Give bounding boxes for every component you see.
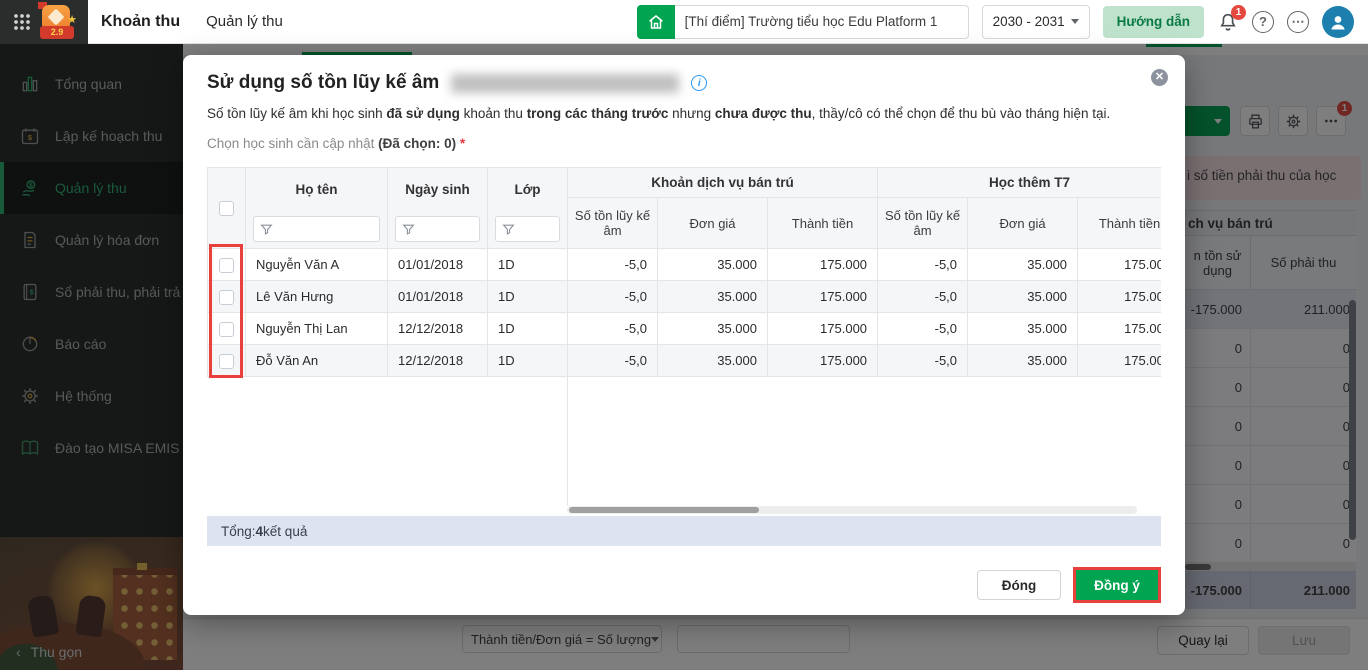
- notification-badge: 1: [1231, 5, 1246, 20]
- subcol-don-gia: Đơn giá: [968, 198, 1078, 249]
- help-button[interactable]: ?: [1252, 11, 1274, 33]
- home-icon[interactable]: [637, 5, 675, 39]
- row-checkbox[interactable]: [219, 258, 234, 273]
- student-table: Họ tên Ngày sinh Lớp Khoản dịch vụ bán t…: [207, 167, 1161, 377]
- ellipsis-icon: ⋯: [1287, 11, 1309, 33]
- chevron-down-icon: [1071, 19, 1079, 24]
- fixed-columns-divider: [567, 375, 568, 506]
- close-button[interactable]: Đóng: [977, 570, 1061, 600]
- page-title: Khoản thu: [101, 13, 180, 31]
- class-filter-input[interactable]: [495, 216, 560, 242]
- group-hoc-them-t7: Học thêm T7: [878, 168, 1161, 198]
- subcol-so-ton: Số tồn lũy kế âm: [878, 198, 968, 249]
- logo-version: 2.9: [40, 26, 74, 39]
- confirm-button[interactable]: Đồng ý: [1076, 570, 1158, 600]
- table-row[interactable]: Đỗ Văn An 12/12/2018 1D -5,0 35.000 175.…: [208, 345, 1162, 377]
- star-icon: ★: [67, 15, 77, 26]
- app-grid-icon[interactable]: [13, 13, 31, 31]
- negative-balance-modal: ✕ Sử dụng số tồn lũy kế âm i Số tồn lũy …: [183, 55, 1185, 615]
- select-all-header: [208, 168, 246, 249]
- group-khoan-dich-vu-ban-tru: Khoản dịch vụ bán trú: [568, 168, 878, 198]
- modal-description: Số tồn lũy kế âm khi học sinh đã sử dụng…: [207, 106, 1110, 121]
- confirm-highlight-box: Đồng ý: [1073, 567, 1161, 603]
- top-bar-right: [Thí điểm] Trường tiểu học Edu Platform …: [637, 5, 1368, 39]
- select-all-checkbox[interactable]: [219, 201, 234, 216]
- select-students-label: Chọn học sinh cần cập nhật (Đã chọn: 0) …: [207, 136, 465, 151]
- more-menu-button[interactable]: ⋯: [1287, 11, 1309, 33]
- close-icon[interactable]: ✕: [1151, 69, 1168, 86]
- notification-bell-button[interactable]: 1: [1217, 11, 1239, 33]
- guide-button[interactable]: Hướng dẫn: [1103, 6, 1204, 38]
- name-filter-input[interactable]: [253, 216, 380, 242]
- app-window: 2.9 ★ Khoản thu Quản lý thu [Thí điểm] T…: [0, 0, 1368, 670]
- row-checkbox[interactable]: [219, 354, 234, 369]
- school-name-field[interactable]: [Thí điểm] Trường tiểu học Edu Platform …: [675, 5, 969, 39]
- col-ngay-sinh: Ngày sinh: [388, 168, 488, 249]
- filter-funnel-icon: [260, 223, 273, 236]
- subcol-don-gia: Đơn giá: [658, 198, 768, 249]
- question-icon: ?: [1252, 11, 1274, 33]
- col-lop: Lớp: [488, 168, 568, 249]
- student-table-wrapper: Họ tên Ngày sinh Lớp Khoản dịch vụ bán t…: [207, 167, 1161, 506]
- subcol-so-ton: Số tồn lũy kế âm: [568, 198, 658, 249]
- table-row[interactable]: Nguyễn Văn A 01/01/2018 1D -5,0 35.000 1…: [208, 249, 1162, 281]
- col-ho-ten: Họ tên: [246, 168, 388, 249]
- info-icon[interactable]: i: [691, 75, 707, 91]
- dob-filter-input[interactable]: [395, 216, 480, 242]
- modal-title: Sử dụng số tồn lũy kế âm: [207, 72, 439, 94]
- top-bar: 2.9 ★ Khoản thu Quản lý thu [Thí điểm] T…: [0, 0, 1368, 44]
- app-logo: 2.9 ★: [40, 5, 74, 39]
- table-row[interactable]: Nguyễn Thị Lan 12/12/2018 1D -5,0 35.000…: [208, 313, 1162, 345]
- table-row[interactable]: Lê Văn Hưng 01/01/2018 1D -5,0 35.000 17…: [208, 281, 1162, 313]
- subcol-thanh-tien: Thành tiền: [768, 198, 878, 249]
- sidebar-header: 2.9 ★: [0, 0, 88, 44]
- school-year-select[interactable]: 2030 - 2031: [982, 5, 1090, 39]
- top-menu-quan-ly-thu[interactable]: Quản lý thu: [206, 13, 283, 30]
- results-total-bar: Tổng: 4 kết quả: [207, 516, 1161, 546]
- row-checkbox[interactable]: [219, 290, 234, 305]
- scrollbar-thumb[interactable]: [569, 507, 759, 513]
- filter-funnel-icon: [402, 223, 415, 236]
- school-selector[interactable]: [Thí điểm] Trường tiểu học Edu Platform …: [637, 5, 969, 39]
- user-avatar[interactable]: [1322, 6, 1354, 38]
- person-icon: [1328, 12, 1348, 32]
- filter-funnel-icon: [502, 223, 515, 236]
- redacted-text: [451, 74, 679, 93]
- subcol-thanh-tien: Thành tiền: [1078, 198, 1161, 249]
- modal-horizontal-scrollbar[interactable]: [567, 506, 1137, 514]
- row-checkbox[interactable]: [219, 322, 234, 337]
